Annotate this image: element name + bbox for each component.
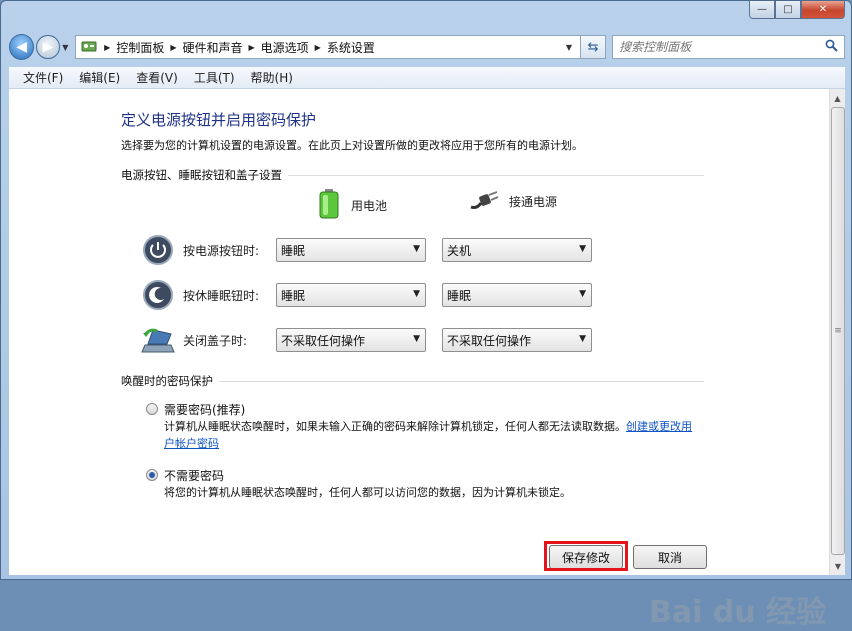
chevron-down-icon: ▼: [579, 334, 586, 344]
sleep-button-battery-select[interactable]: 睡眠 ▼: [276, 283, 426, 307]
column-battery: 用电池: [319, 189, 387, 222]
chevron-down-icon: ▼: [413, 244, 420, 254]
arrow-right-icon: ▶: [42, 39, 54, 55]
breadcrumb-item[interactable]: 硬件和声音: [182, 39, 242, 56]
option-description: 将您的计算机从睡眠状态唤醒时，任何人都可以访问您的数据，因为计算机未锁定。: [164, 486, 571, 499]
setting-label: 按电源按钮时:: [183, 243, 260, 258]
breadcrumb-separator-icon: ▶: [104, 42, 111, 52]
menu-bar: 文件(F) 编辑(E) 查看(V) 工具(T) 帮助(H): [9, 67, 845, 89]
sleep-button-plugged-select[interactable]: 睡眠 ▼: [442, 283, 592, 307]
page-title: 定义电源按钮并启用密码保护: [121, 111, 317, 129]
column-plugged: 接通电源: [469, 189, 557, 214]
breadcrumb-separator-icon[interactable]: ▶: [249, 43, 255, 52]
search-icon[interactable]: [825, 39, 838, 55]
caption-buttons: — □ ✕: [749, 1, 845, 19]
chevron-down-icon: ▼: [413, 289, 420, 299]
content-pane: 定义电源按钮并启用密码保护 选择要为您的计算机设置的电源设置。在此页上对设置所做…: [9, 89, 845, 630]
save-button-highlight: [544, 541, 628, 571]
option-no-password[interactable]: 不需要密码 将您的计算机从睡眠状态唤醒时，任何人都可以访问您的数据，因为计算机未…: [146, 467, 694, 501]
lid-plugged-select[interactable]: 不采取任何操作 ▼: [442, 328, 592, 352]
radio-selected-dot: [149, 472, 155, 478]
sleep-button-icon: [141, 278, 175, 312]
laptop-lid-icon: [141, 323, 175, 357]
menu-help[interactable]: 帮助(H): [243, 69, 301, 86]
setting-label: 按休睡眠钮时:: [183, 288, 260, 303]
scroll-thumb[interactable]: ≡: [831, 107, 845, 555]
minimize-button[interactable]: —: [749, 1, 775, 19]
chevron-down-icon: ▼: [579, 244, 586, 254]
radio-no-password[interactable]: [146, 469, 158, 481]
breadcrumb-separator-icon[interactable]: ▶: [315, 43, 321, 52]
breadcrumb-item[interactable]: 控制面板: [116, 39, 164, 56]
refresh-icon: ⇆: [587, 39, 599, 55]
search-box: [612, 35, 845, 59]
back-button[interactable]: ◀: [9, 34, 35, 60]
section-heading-buttons: 电源按钮、睡眠按钮和盖子设置: [121, 167, 704, 183]
search-input[interactable]: [619, 40, 825, 54]
power-plug-icon: [469, 189, 499, 214]
maximize-button[interactable]: □: [775, 1, 801, 19]
menu-edit[interactable]: 编辑(E): [71, 69, 128, 86]
power-button-battery-select[interactable]: 睡眠 ▼: [276, 238, 426, 262]
power-button-plugged-select[interactable]: 关机 ▼: [442, 238, 592, 262]
chevron-down-icon: ▼: [413, 334, 420, 344]
menu-tools[interactable]: 工具(T): [186, 69, 243, 86]
power-button-icon: [141, 233, 175, 267]
close-button[interactable]: ✕: [801, 1, 845, 19]
arrow-left-icon: ◀: [16, 39, 27, 55]
radio-require-password[interactable]: [146, 403, 158, 415]
breadcrumb-item[interactable]: 电源选项: [261, 39, 309, 56]
vertical-scrollbar[interactable]: ▲ ≡ ▼: [829, 89, 845, 575]
section-heading-password: 唤醒时的密码保护: [121, 373, 704, 389]
menu-file[interactable]: 文件(F): [15, 69, 71, 86]
recent-pages-dropdown[interactable]: ▼: [60, 43, 72, 52]
battery-icon: [319, 189, 339, 222]
option-label: 不需要密码: [164, 469, 225, 483]
control-panel-window: — □ ✕ ◀ ▶ ▼ ▶ 控制面板 ▶ 硬件和声音 ▶ 电源选项 ▶ 系统设置…: [0, 0, 852, 630]
scroll-down-icon[interactable]: ▼: [830, 557, 846, 575]
cancel-button[interactable]: 取消: [633, 545, 707, 569]
breadcrumb-separator-icon[interactable]: ▶: [170, 43, 176, 52]
navigation-bar: ◀ ▶ ▼ ▶ 控制面板 ▶ 硬件和声音 ▶ 电源选项 ▶ 系统设置 ▼ ⇆: [9, 33, 845, 61]
column-battery-label: 用电池: [351, 199, 388, 213]
breadcrumb-item[interactable]: 系统设置: [327, 39, 375, 56]
option-require-password[interactable]: 需要密码(推荐) 计算机从睡眠状态唤醒时，如果未输入正确的密码来解除计算机锁定，…: [146, 401, 694, 452]
address-bar[interactable]: ▶ 控制面板 ▶ 硬件和声音 ▶ 电源选项 ▶ 系统设置 ▼: [75, 35, 581, 59]
menu-view[interactable]: 查看(V): [128, 69, 186, 86]
scroll-up-icon[interactable]: ▲: [830, 89, 845, 107]
option-description: 计算机从睡眠状态唤醒时，如果未输入正确的密码来解除计算机锁定，任何人都无法读取数…: [164, 420, 692, 450]
column-plugged-label: 接通电源: [509, 195, 558, 209]
page-description: 选择要为您的计算机设置的电源设置。在此页上对设置所做的更改将应用于您所有的电源计…: [121, 139, 583, 152]
chevron-down-icon: ▼: [579, 289, 586, 299]
forward-button[interactable]: ▶: [36, 35, 60, 59]
option-label: 需要密码(推荐): [164, 403, 246, 417]
setting-label: 关闭盖子时:: [183, 333, 248, 348]
watermark-text: Bai du 经验: [649, 595, 827, 630]
refresh-button[interactable]: ⇆: [580, 35, 607, 59]
lid-battery-select[interactable]: 不采取任何操作 ▼: [276, 328, 426, 352]
address-dropdown-icon[interactable]: ▼: [562, 43, 576, 52]
control-panel-icon: [80, 39, 98, 55]
